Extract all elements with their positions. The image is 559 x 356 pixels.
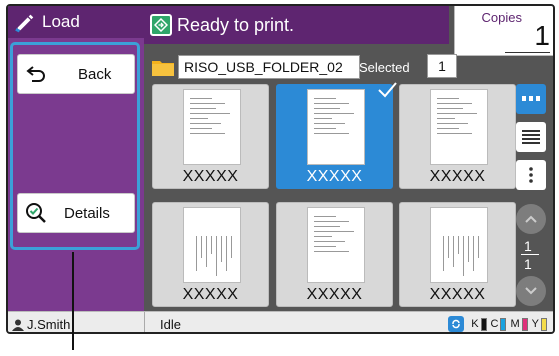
- file-thumbnail[interactable]: XXXXX: [276, 202, 393, 307]
- chevron-up-icon: [525, 215, 537, 223]
- selected-label: Selected: [359, 60, 410, 75]
- ink-label: M: [510, 318, 520, 330]
- user-name: J.Smith: [27, 317, 71, 332]
- ink-indicator: K: [471, 317, 487, 331]
- list-view-button[interactable]: [516, 122, 546, 152]
- page-preview: [430, 207, 488, 283]
- page-preview: [307, 207, 365, 283]
- page-preview: [183, 89, 241, 165]
- load-title-bar: Load: [8, 6, 144, 38]
- more-vertical-icon: [529, 167, 533, 183]
- page-down-button[interactable]: [516, 276, 546, 306]
- copies-underline: [505, 52, 550, 53]
- file-name: XXXXX: [429, 286, 486, 303]
- ink-label: K: [471, 318, 479, 330]
- page-preview: [430, 89, 488, 165]
- ink-level-bar: [521, 317, 528, 331]
- grid-view-button[interactable]: [516, 84, 546, 114]
- file-name: XXXXX: [429, 168, 486, 185]
- ink-indicator: Y: [531, 317, 547, 331]
- ready-icon: [150, 14, 172, 36]
- back-button[interactable]: Back: [17, 54, 135, 94]
- chevron-down-icon: [525, 287, 537, 295]
- ink-level-bar: [541, 317, 547, 331]
- ink-levels: KCMY: [448, 316, 551, 332]
- folder-icon: [152, 61, 174, 76]
- file-name: XXXXX: [306, 286, 363, 303]
- load-title: Load: [42, 12, 80, 31]
- ink-refresh-icon: [448, 316, 465, 332]
- ink-indicator: M: [510, 317, 528, 331]
- folder-row: RISO_USB_FOLDER_02: [152, 54, 360, 80]
- ink-level-bar: [480, 317, 487, 331]
- status-message: Ready to print.: [177, 14, 295, 35]
- file-thumbnail[interactable]: XXXXX: [152, 202, 269, 307]
- bar-divider: [144, 312, 145, 332]
- checkmark-icon: [378, 82, 397, 98]
- main-area: Ready to print. Copies 1 RISO_USB_FOLDER…: [144, 6, 553, 311]
- details-button[interactable]: Details: [17, 193, 135, 233]
- ink-label: Y: [531, 318, 539, 330]
- file-thumbnail[interactable]: XXXXX: [152, 84, 269, 189]
- file-name: XXXXX: [306, 168, 363, 185]
- view-controls: [516, 84, 546, 198]
- callout-line: [72, 252, 74, 350]
- page-up-button[interactable]: [516, 204, 546, 234]
- magnifier-check-icon: [26, 203, 46, 223]
- copies-label: Copies: [481, 10, 522, 25]
- file-name: XXXXX: [182, 286, 239, 303]
- pencil-icon: [15, 14, 34, 33]
- current-page: 1: [524, 238, 532, 254]
- ink-label: C: [490, 318, 499, 330]
- printer-screen: Load Back Details Ready to print. Copies…: [6, 4, 555, 334]
- file-thumbnail[interactable]: XXXXX: [399, 84, 516, 189]
- ink-list: KCMY: [471, 317, 551, 331]
- ink-level-bar: [500, 317, 507, 331]
- back-arrow-icon: [26, 66, 45, 82]
- selected-count: 1: [427, 54, 457, 78]
- page-preview: [183, 207, 241, 283]
- back-button-label: Back: [78, 65, 112, 83]
- file-thumbnail[interactable]: XXXXX: [276, 82, 397, 189]
- status-bar: Ready to print.: [144, 6, 449, 44]
- page-divider: [521, 254, 539, 255]
- total-pages: 1: [524, 256, 532, 272]
- file-name: XXXXX: [182, 168, 239, 185]
- file-thumbnail[interactable]: XXXXX: [399, 202, 516, 307]
- bottom-status-bar: J.Smith Idle KCMY: [8, 311, 553, 332]
- machine-status: Idle: [160, 317, 181, 332]
- copies-field[interactable]: Copies 1: [454, 6, 553, 56]
- user-icon: [12, 319, 24, 331]
- list-view-icon: [522, 130, 540, 144]
- folder-name-field[interactable]: RISO_USB_FOLDER_02: [178, 55, 360, 79]
- grid-view-icon: [522, 96, 540, 101]
- copies-value: 1: [534, 20, 550, 51]
- ink-indicator: C: [490, 317, 507, 331]
- details-button-label: Details: [64, 204, 110, 222]
- user-info[interactable]: J.Smith: [12, 317, 70, 332]
- left-panel: Load Back Details: [8, 6, 144, 311]
- page-preview: [307, 89, 365, 165]
- more-options-button[interactable]: [516, 160, 546, 190]
